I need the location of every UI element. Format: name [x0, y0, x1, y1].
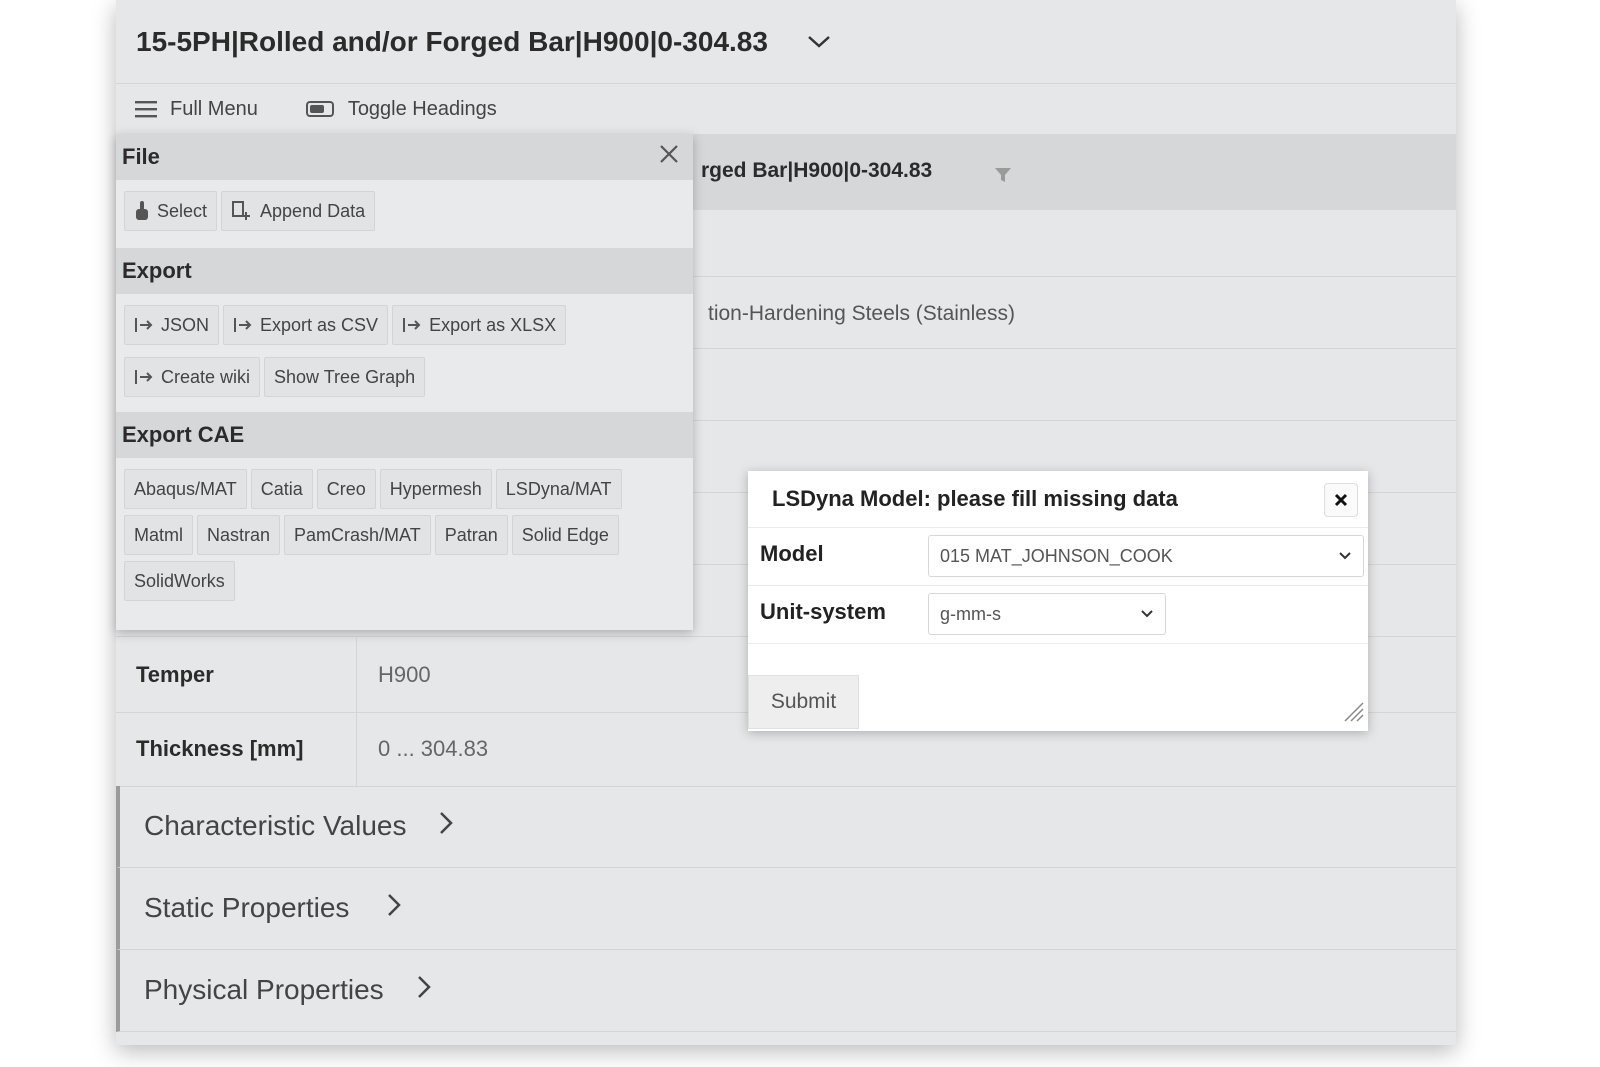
unit-system-select[interactable]: g-mm-s	[928, 593, 1166, 635]
export-group: JSON Export as CSV Export as XLSX Create…	[116, 294, 693, 412]
cae-lsdyna-button[interactable]: LSDyna/MAT	[495, 469, 622, 509]
menu-icon	[135, 101, 157, 118]
band-title: rged Bar|H900|0-304.83	[701, 159, 933, 182]
file-heading-label: File	[122, 144, 160, 169]
toggle-headings-button[interactable]: Toggle Headings	[305, 97, 497, 121]
show-tree-graph-label: Show Tree Graph	[274, 366, 416, 387]
cae-matml-button[interactable]: Matml	[124, 515, 193, 555]
title-bar: 15-5PH|Rolled and/or Forged Bar|H900|0-3…	[116, 0, 1456, 84]
full-menu-panel: File Select Append Data Export JSON Expo…	[116, 134, 693, 630]
model-row: Model 015 MAT_JOHNSON_COOK	[748, 527, 1368, 586]
full-menu-label: Full Menu	[170, 97, 258, 120]
filter-icon[interactable]	[994, 166, 1012, 189]
export-csv-button[interactable]: Export as CSV	[223, 305, 389, 345]
export-csv-label: Export as CSV	[260, 314, 379, 335]
close-icon[interactable]	[657, 142, 683, 168]
hand-pointer-icon	[136, 201, 148, 220]
select-label: Select	[157, 200, 208, 221]
section-label: Static Properties	[144, 892, 350, 923]
create-wiki-button[interactable]: Create wiki	[124, 357, 261, 397]
temper-label: Temper	[136, 662, 214, 687]
cae-abaqus-button[interactable]: Abaqus/MAT	[124, 469, 247, 509]
dialog-header: LSDyna Model: please fill missing data	[748, 471, 1368, 528]
chevron-down-icon[interactable]	[806, 29, 832, 55]
cae-patran-button[interactable]: Patran	[434, 515, 508, 555]
model-select-value: 015 MAT_JOHNSON_COOK	[940, 545, 1173, 566]
section-label: Characteristic Values	[144, 810, 407, 841]
chevron-down-icon	[1337, 548, 1353, 569]
chevron-right-icon	[386, 892, 402, 923]
file-group: Select Append Data	[116, 180, 693, 248]
chevron-down-icon	[1139, 606, 1155, 627]
toggle-headings-label: Toggle Headings	[347, 97, 497, 120]
section-static-properties[interactable]: Static Properties	[116, 868, 1456, 950]
cae-solidworks-button[interactable]: SolidWorks	[124, 561, 235, 601]
export-icon	[135, 370, 153, 384]
cae-pamcrash-button[interactable]: PamCrash/MAT	[284, 515, 431, 555]
submit-button[interactable]: Submit	[748, 675, 859, 729]
dialog-title: LSDyna Model: please fill missing data	[772, 486, 1178, 511]
select-button[interactable]: Select	[124, 191, 218, 231]
section-characteristic-values[interactable]: Characteristic Values	[116, 786, 1456, 868]
export-heading-label: Export	[122, 258, 192, 283]
column-divider	[356, 712, 357, 786]
toolbar: Full Menu Toggle Headings	[116, 84, 1456, 134]
cae-nastran-button[interactable]: Nastran	[197, 515, 281, 555]
classification-value: tion-Hardening Steels (Stainless)	[708, 302, 1015, 325]
export-icon	[403, 318, 421, 332]
export-cae-heading: Export CAE	[116, 412, 693, 458]
export-icon	[234, 318, 252, 332]
section-label: Physical Properties	[144, 974, 384, 1005]
append-data-button[interactable]: Append Data	[221, 191, 376, 231]
export-xlsx-label: Export as XLSX	[429, 314, 557, 335]
export-cae-group: Abaqus/MAT Catia Creo Hypermesh LSDyna/M…	[116, 458, 693, 610]
unit-system-row: Unit-system g-mm-s	[748, 585, 1368, 644]
export-icon	[135, 318, 153, 332]
model-label: Model	[760, 541, 824, 566]
export-xlsx-button[interactable]: Export as XLSX	[392, 305, 567, 345]
append-icon	[232, 201, 251, 220]
unit-system-label: Unit-system	[760, 599, 886, 624]
thickness-label: Thickness [mm]	[136, 736, 304, 761]
json-label: JSON	[161, 314, 210, 335]
full-menu-button[interactable]: Full Menu	[134, 98, 258, 121]
toggle-icon	[305, 101, 334, 117]
cae-catia-button[interactable]: Catia	[250, 469, 313, 509]
cae-solid-edge-button[interactable]: Solid Edge	[511, 515, 619, 555]
export-cae-heading-label: Export CAE	[122, 422, 245, 447]
model-select[interactable]: 015 MAT_JOHNSON_COOK	[928, 535, 1364, 577]
file-heading: File	[116, 134, 693, 180]
chevron-right-icon	[416, 974, 432, 1005]
column-divider	[356, 638, 357, 712]
show-tree-graph-button[interactable]: Show Tree Graph	[264, 357, 426, 397]
unit-system-select-value: g-mm-s	[940, 603, 1001, 624]
export-heading: Export	[116, 248, 693, 294]
resize-grip-icon[interactable]	[1339, 697, 1365, 728]
export-json-button[interactable]: JSON	[124, 305, 220, 345]
create-wiki-label: Create wiki	[161, 366, 251, 387]
thickness-value: 0 ... 304.83	[378, 736, 489, 761]
section-physical-properties[interactable]: Physical Properties	[116, 950, 1456, 1032]
cae-hypermesh-button[interactable]: Hypermesh	[379, 469, 492, 509]
lsdyna-dialog: LSDyna Model: please fill missing data M…	[748, 471, 1368, 731]
cae-creo-button[interactable]: Creo	[316, 469, 376, 509]
append-data-label: Append Data	[260, 200, 366, 221]
close-icon[interactable]	[1324, 483, 1358, 517]
temper-value: H900	[378, 662, 431, 687]
chevron-right-icon	[438, 810, 454, 841]
material-title: 15-5PH|Rolled and/or Forged Bar|H900|0-3…	[136, 25, 768, 57]
